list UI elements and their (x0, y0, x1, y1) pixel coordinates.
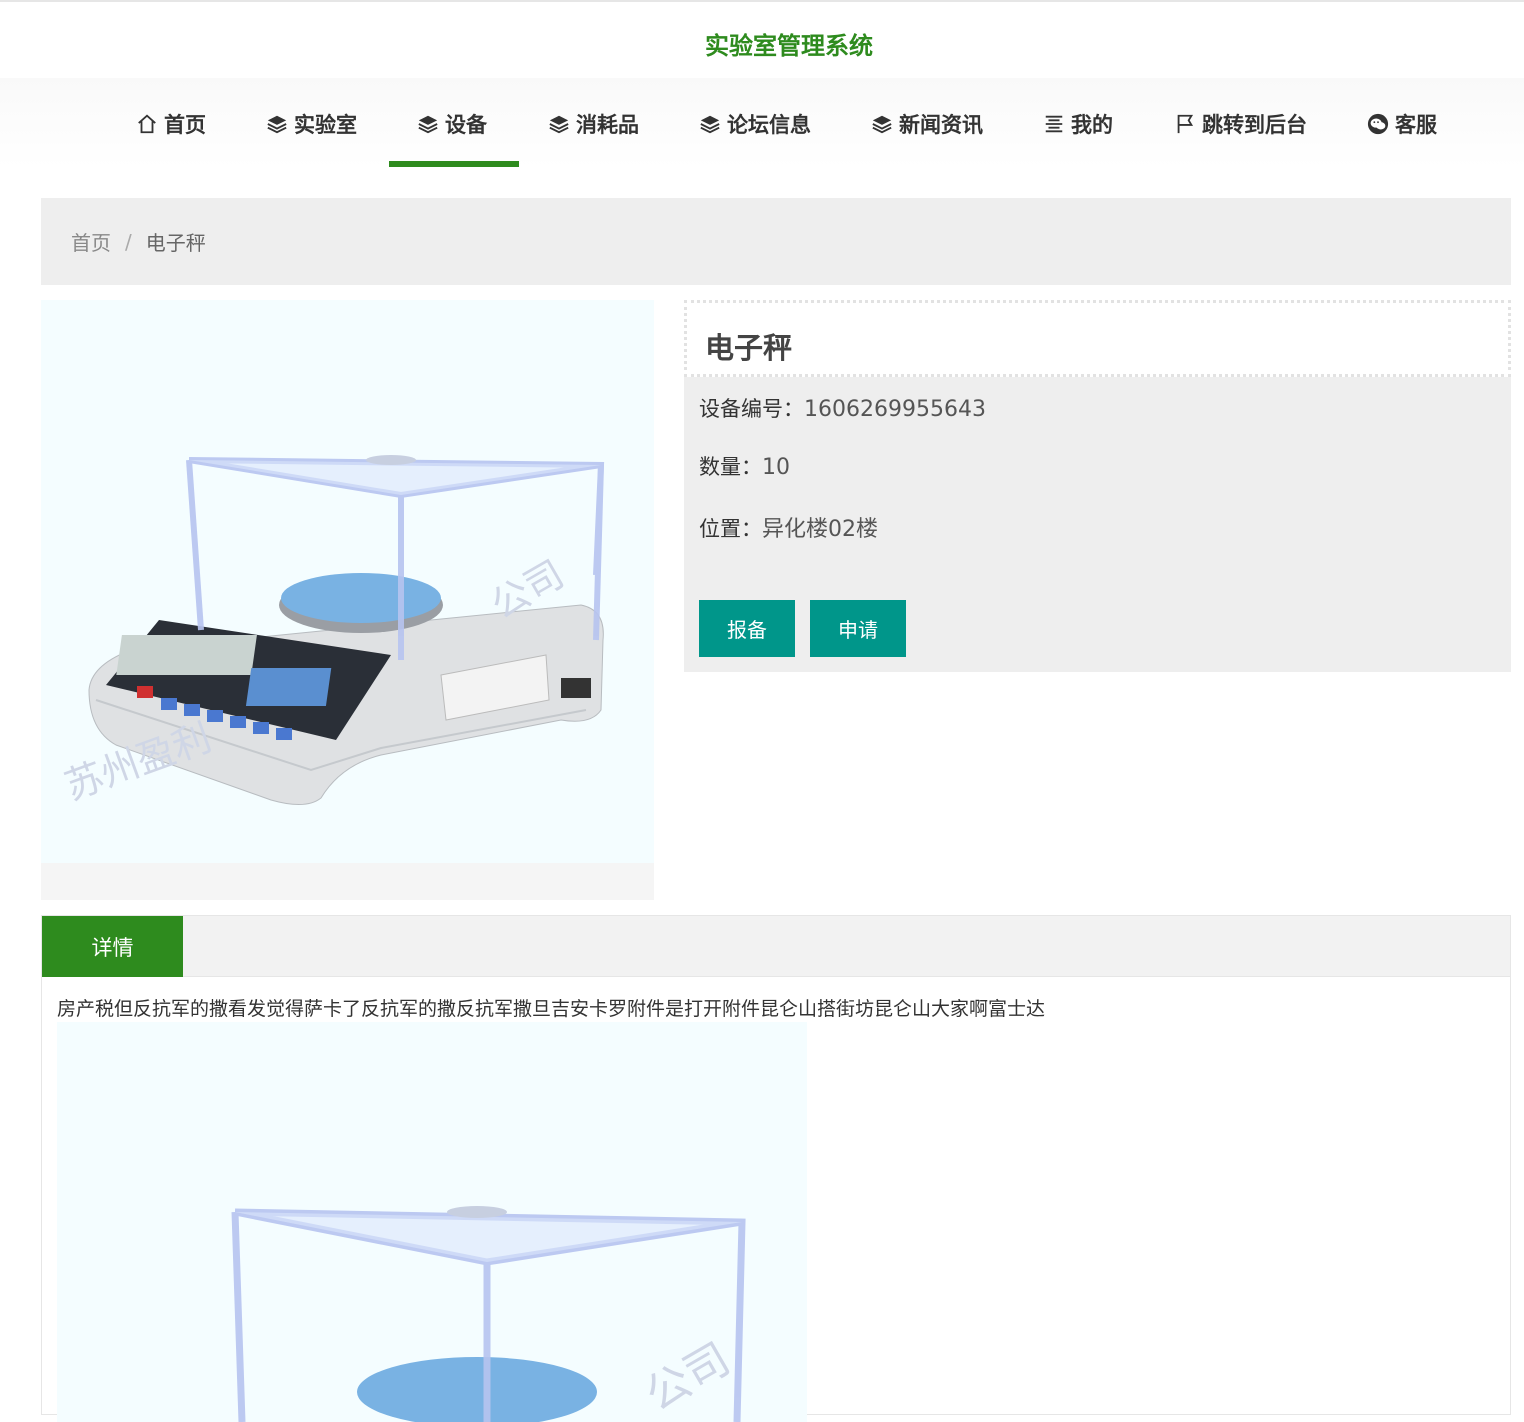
field-value: 1606269955643 (804, 397, 986, 422)
nav-label: 论坛信息 (727, 113, 811, 137)
site-title: 实验室管理系统 (705, 32, 873, 60)
layers-icon (418, 115, 438, 134)
tab-details[interactable]: 详情 (42, 916, 183, 977)
nav-label: 跳转到后台 (1202, 113, 1307, 137)
layers-icon (549, 115, 569, 134)
active-tab-indicator (389, 161, 519, 167)
breadcrumb-separator: / (125, 229, 132, 254)
layers-icon (700, 115, 720, 134)
wechat-icon (1367, 113, 1389, 135)
field-label: 设备编号： (699, 397, 804, 421)
field-value: 异化楼02楼 (762, 517, 878, 542)
nav-item-mine[interactable]: 我的 (1043, 106, 1113, 142)
details-panel: 详情 房产税但反抗军的撒看发觉得萨卡了反抗军的撒反抗军撒旦吉安卡罗附件是打开附件… (41, 915, 1511, 1422)
report-button[interactable]: 报备 (699, 600, 795, 657)
flag-icon (1177, 114, 1194, 134)
product-info-panel: 电子秤 设备编号：1606269955643 数量：10 位置：异化楼02楼 报… (684, 300, 1511, 672)
nav-label: 消耗品 (576, 113, 639, 137)
product-gallery: 苏州盈利 公司 (41, 300, 654, 900)
svg-text:公司: 公司 (637, 1333, 739, 1421)
nav-item-equipment[interactable]: 设备 (417, 106, 487, 142)
field-label: 数量： (699, 455, 762, 479)
nav-item-consumables[interactable]: 消耗品 (548, 106, 639, 142)
details-tabs: 详情 (42, 916, 1510, 977)
field-equipment-id: 设备编号：1606269955643 (699, 393, 986, 423)
top-header: 实验室管理系统 (0, 0, 1524, 78)
product-title: 电子秤 (705, 331, 793, 365)
nav-label: 我的 (1071, 113, 1113, 137)
nav-label: 客服 (1395, 113, 1437, 137)
nav-label: 实验室 (294, 113, 357, 137)
list-icon (1045, 115, 1063, 133)
nav-label: 设备 (445, 113, 487, 137)
nav-item-admin[interactable]: 跳转到后台 (1174, 106, 1307, 142)
nav-item-forum[interactable]: 论坛信息 (699, 106, 811, 142)
apply-button[interactable]: 申请 (810, 600, 906, 657)
field-label: 位置： (699, 517, 762, 541)
home-icon (138, 114, 156, 134)
layers-icon (872, 115, 892, 134)
nav-item-labs[interactable]: 实验室 (266, 106, 357, 142)
breadcrumb-current: 电子秤 (145, 231, 206, 255)
details-description: 房产税但反抗军的撒看发觉得萨卡了反抗军的撒反抗军撒旦吉安卡罗附件是打开附件昆仑山… (57, 998, 1046, 1020)
nav-item-support[interactable]: 客服 (1367, 106, 1437, 142)
field-value: 10 (762, 455, 790, 480)
breadcrumb-home-link[interactable]: 首页 (71, 227, 111, 256)
breadcrumb: 首页 / 电子秤 (41, 198, 1511, 285)
nav-item-news[interactable]: 新闻资讯 (871, 106, 983, 142)
main-nav: 首页 实验室 设备 消耗品 论坛信息 新闻资讯 我的 跳转到后台 客服 (0, 78, 1524, 168)
nav-label: 新闻资讯 (899, 113, 983, 137)
nav-label: 首页 (164, 113, 206, 137)
layers-icon (267, 115, 287, 134)
field-quantity: 数量：10 (699, 451, 790, 481)
details-image: 公司 (57, 1022, 807, 1422)
nav-item-home[interactable]: 首页 (136, 106, 206, 142)
field-location: 位置：异化楼02楼 (699, 511, 878, 543)
product-image[interactable]: 苏州盈利 公司 (41, 300, 654, 863)
product-title-box: 电子秤 (684, 300, 1511, 377)
